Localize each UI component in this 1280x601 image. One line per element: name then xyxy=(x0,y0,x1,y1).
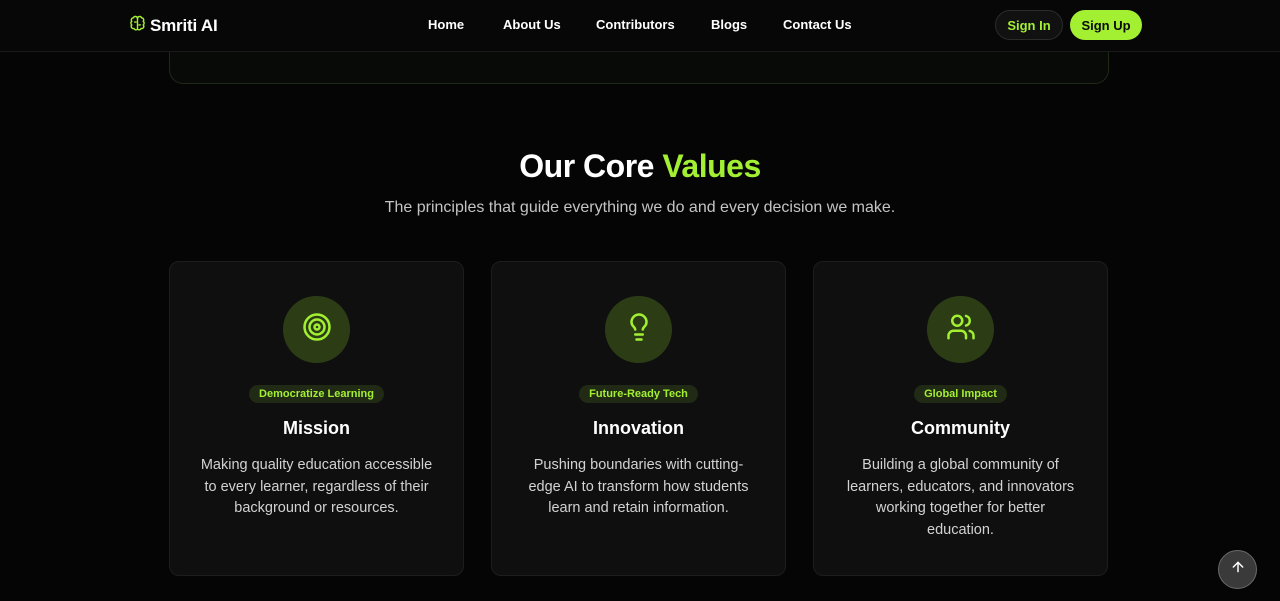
nav-link-about-us[interactable]: About Us xyxy=(503,17,561,32)
section-title: Our Core Values xyxy=(0,148,1280,185)
icon-circle xyxy=(283,296,350,363)
scroll-to-top-button[interactable] xyxy=(1218,550,1257,589)
value-card-community: Global Impact Community Building a globa… xyxy=(813,261,1108,576)
card-badge: Global Impact xyxy=(914,385,1007,403)
card-title: Mission xyxy=(282,418,350,438)
arrow-up-icon xyxy=(1230,559,1246,580)
card-description: Making quality education accessible to e… xyxy=(200,457,433,517)
users-icon xyxy=(946,312,976,347)
value-card-innovation: Future-Ready Tech Innovation Pushing bou… xyxy=(491,261,786,576)
value-card-mission: Democratize Learning Mission Making qual… xyxy=(169,261,464,576)
card-description: Pushing boundaries with cutting-edge AI … xyxy=(528,457,749,517)
lightbulb-icon xyxy=(624,312,654,347)
section-subtitle: The principles that guide everything we … xyxy=(384,199,896,216)
section-title-main: Our Core xyxy=(519,148,654,184)
card-title: Innovation xyxy=(593,418,684,438)
sign-up-button[interactable]: Sign Up xyxy=(1070,10,1142,40)
card-title: Community xyxy=(911,418,1010,438)
card-description: Building a global community of learners,… xyxy=(846,457,1075,538)
nav-link-home[interactable]: Home xyxy=(428,17,464,32)
nav-link-contact-us[interactable]: Contact Us xyxy=(783,17,852,32)
card-badge: Future-Ready Tech xyxy=(579,385,698,403)
target-icon xyxy=(302,312,332,347)
sign-in-button[interactable]: Sign In xyxy=(995,10,1063,40)
nav-link-contributors[interactable]: Contributors xyxy=(596,17,675,32)
section-title-accent: Values xyxy=(662,148,761,184)
icon-circle xyxy=(605,296,672,363)
card-badge: Democratize Learning xyxy=(249,385,384,403)
icon-circle xyxy=(927,296,994,363)
navbar: Smriti AI Home About Us Contributors Blo… xyxy=(0,0,1280,52)
nav-link-blogs[interactable]: Blogs xyxy=(711,17,747,32)
